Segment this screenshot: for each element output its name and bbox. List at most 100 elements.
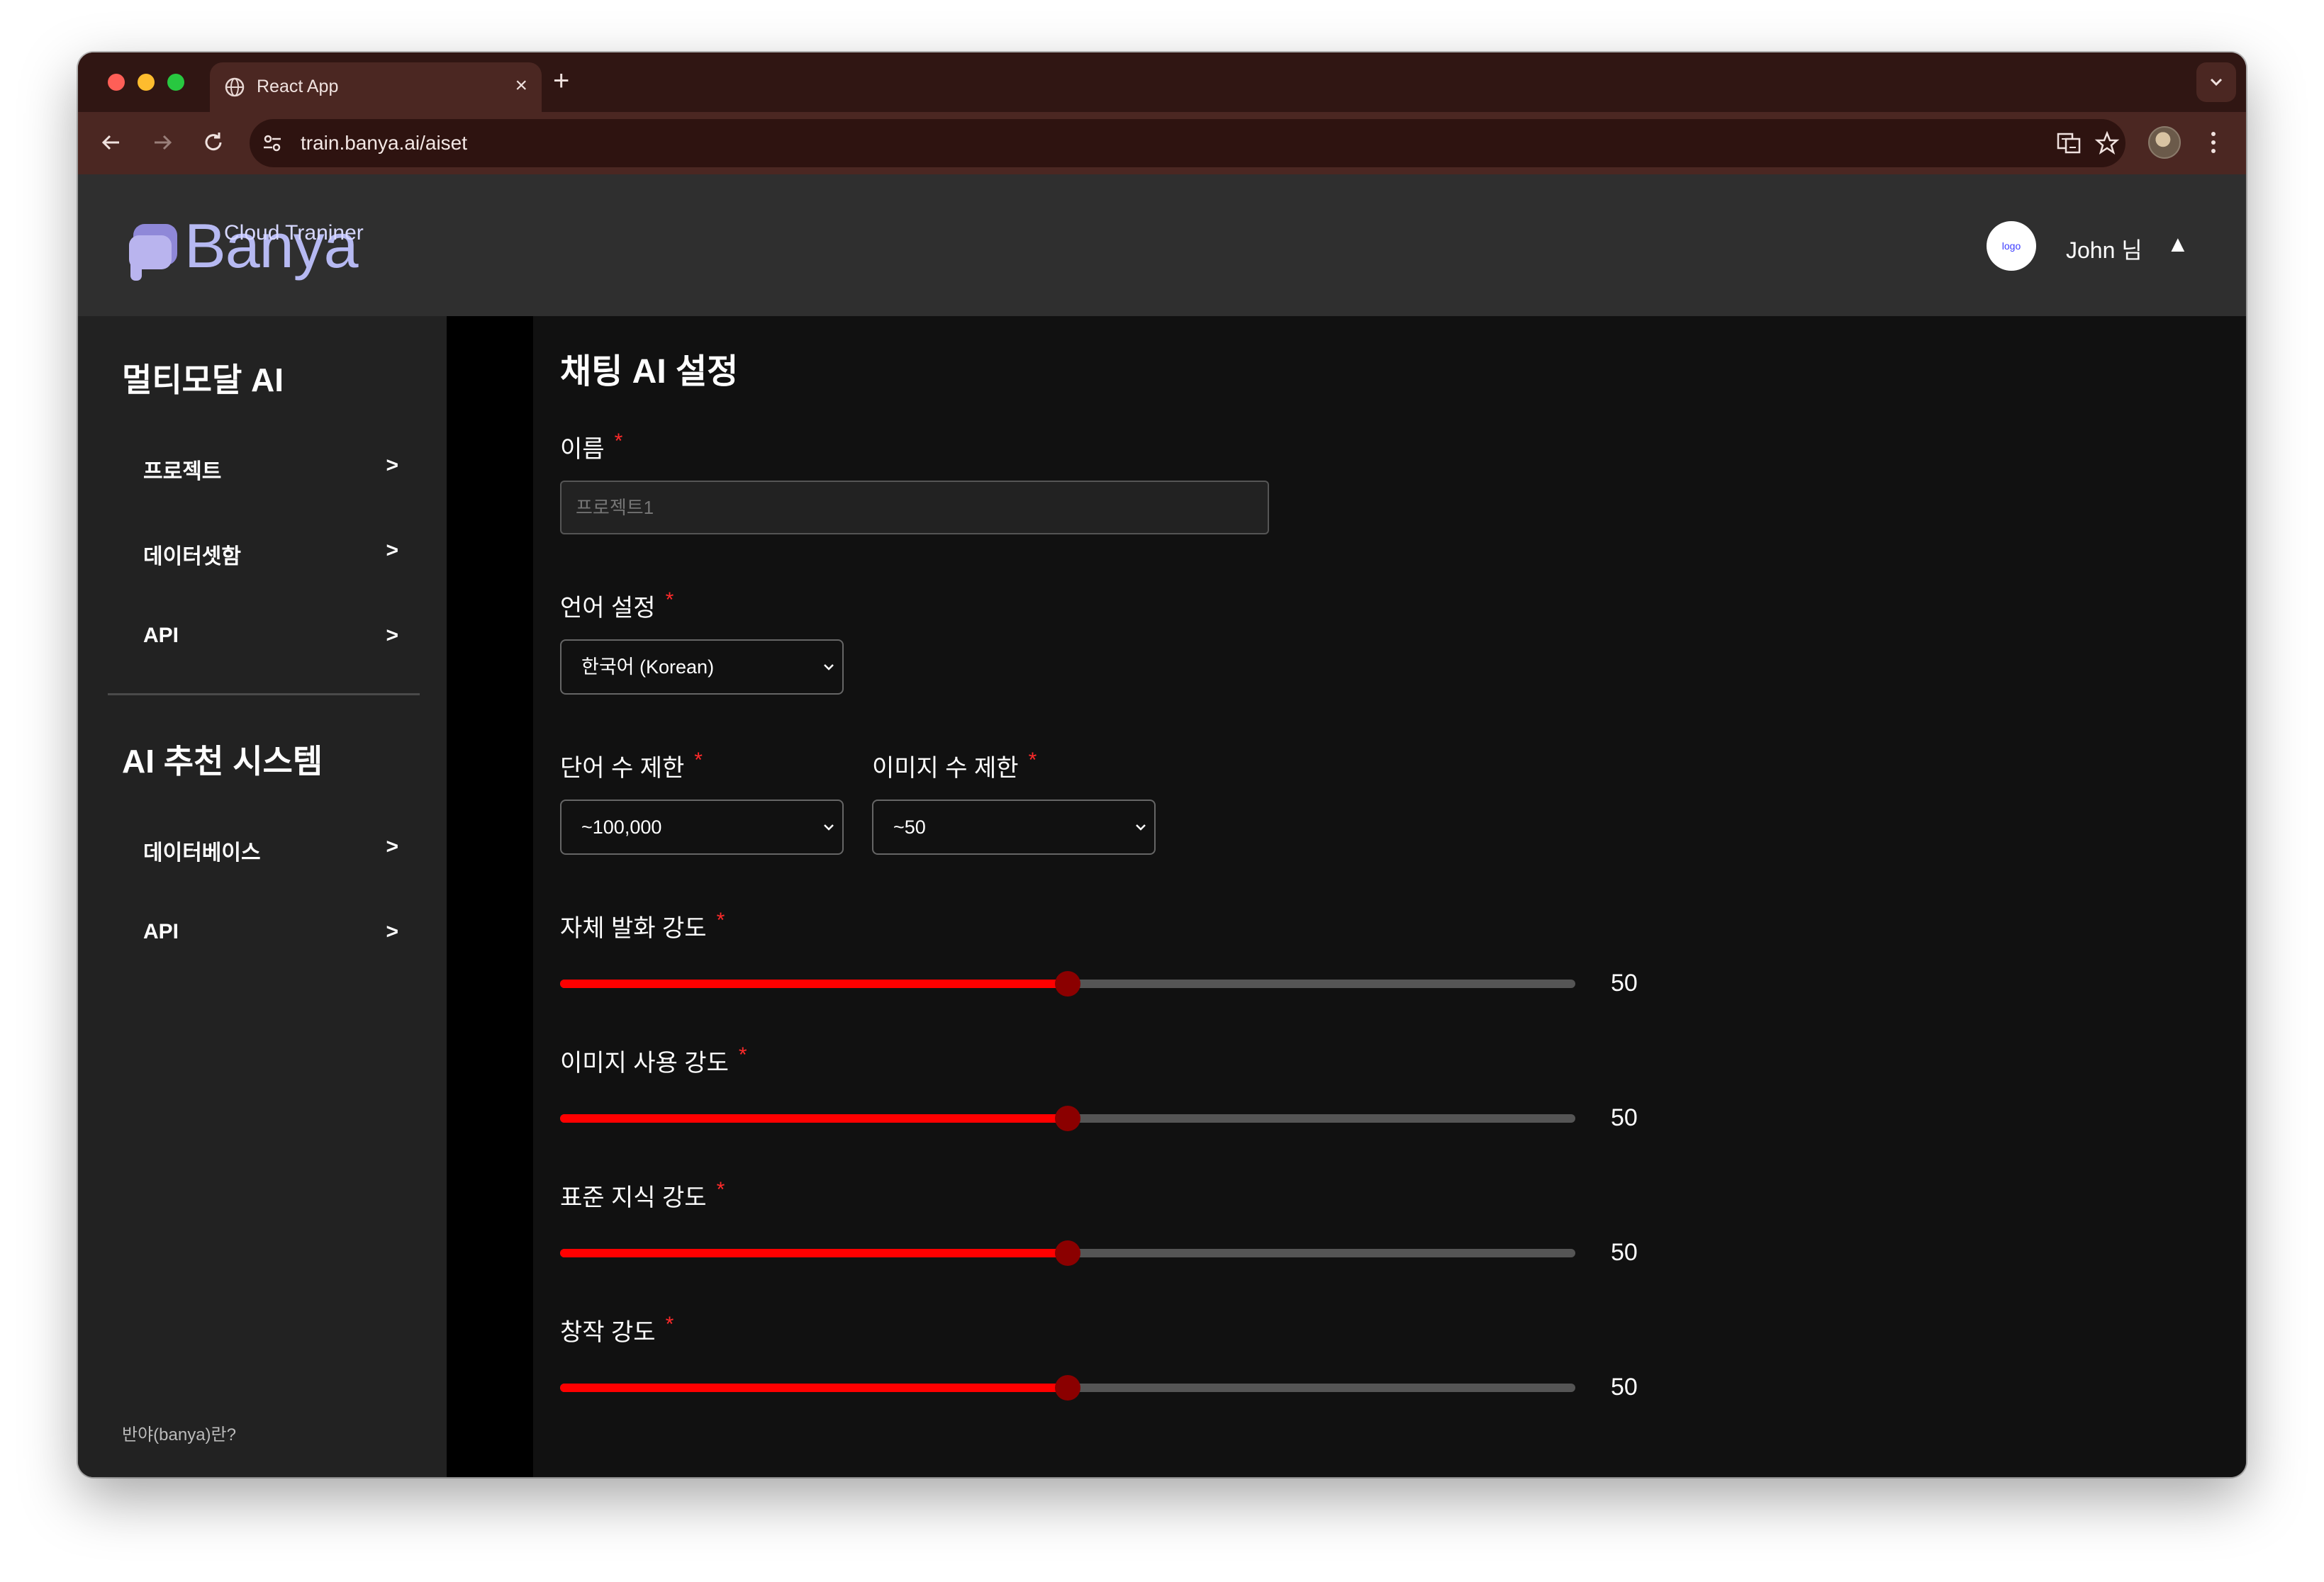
word-limit-label: 단어 수 제한 * (560, 748, 703, 783)
user-avatar[interactable]: logo (1987, 221, 2036, 271)
sidebar: 멀티모달 AI 프로젝트 > 데이터셋함 > API > AI 추천 시스템 데… (78, 316, 447, 1477)
self-utterance-label: 자체 발화 강도 * (560, 909, 725, 943)
field-label-text: 창작 강도 (560, 1319, 656, 1346)
image-usage-label: 이미지 사용 강도 * (560, 1043, 747, 1078)
required-mark: * (738, 1043, 747, 1067)
tab-search-button[interactable] (2196, 62, 2236, 102)
sidebar-item-label: 데이터셋함 (143, 545, 241, 568)
about-banya-link[interactable]: 반야(banya)란? (122, 1420, 236, 1445)
self-utterance-slider[interactable] (560, 970, 1575, 998)
new-tab-button[interactable]: + (553, 67, 569, 95)
language-label: 언어 설정 * (560, 588, 674, 623)
required-mark: * (716, 1178, 725, 1201)
forward-arrow-icon[interactable] (146, 126, 179, 159)
sidebar-section-title: 멀티모달 AI (122, 361, 284, 398)
close-window-button[interactable] (108, 74, 125, 91)
url-text[interactable]: train.banya.ai/aiset (301, 132, 467, 155)
content-gutter (447, 316, 533, 1477)
slider-thumb[interactable] (1055, 971, 1080, 997)
select-value: ~50 (893, 817, 926, 838)
required-mark: * (614, 430, 623, 453)
sidebar-item-label: API (143, 624, 179, 647)
reload-icon[interactable] (197, 126, 230, 159)
image-usage-slider[interactable] (560, 1104, 1575, 1133)
main-content: 채팅 AI 설정 이름 * 언어 설정 * 한국어 (Korean) 단어 수 제한… (533, 316, 2246, 1477)
chevron-right-icon: > (386, 454, 398, 477)
field-label-text: 언어 설정 (560, 595, 656, 622)
field-label-text: 이름 (560, 436, 605, 463)
slider-fill (560, 1384, 1068, 1392)
browser-window: React App × + train.banya.ai/aiset Banya… (78, 52, 2246, 1477)
slider-value: 50 (1611, 970, 1638, 997)
page-title: 채팅 AI 설정 (560, 353, 739, 391)
sidebar-item-project[interactable]: 프로젝트 > (143, 445, 398, 488)
slider-fill (560, 1249, 1068, 1257)
chevron-right-icon: > (386, 920, 398, 943)
field-label-text: 자체 발화 강도 (560, 915, 707, 942)
field-label-text: 이미지 수 제한 (872, 755, 1019, 782)
word-limit-select[interactable]: ~100,000 (560, 800, 844, 855)
sidebar-item-dataset[interactable]: 데이터셋함 > (143, 530, 398, 573)
chevron-down-icon (2210, 78, 2223, 86)
tab-strip: React App × + (78, 52, 2246, 112)
chevron-right-icon: > (386, 835, 398, 858)
slider-thumb[interactable] (1055, 1375, 1080, 1401)
standard-knowledge-slider[interactable] (560, 1239, 1575, 1267)
translate-icon[interactable] (2056, 130, 2082, 156)
maximize-window-button[interactable] (167, 74, 184, 91)
select-value: 한국어 (Korean) (581, 656, 715, 678)
language-select[interactable]: 한국어 (Korean) (560, 639, 844, 695)
minimize-window-button[interactable] (138, 74, 155, 91)
logo-subtitle: Cloud Traniner (224, 221, 364, 245)
address-bar[interactable]: train.banya.ai/aiset (250, 119, 2125, 167)
user-menu-toggle-icon[interactable]: ▲ (2167, 231, 2189, 257)
field-label-text: 단어 수 제한 (560, 755, 685, 782)
name-label: 이름 * (560, 430, 622, 464)
sidebar-item-api[interactable]: API > (143, 615, 398, 658)
sidebar-item-api-2[interactable]: API > (143, 911, 398, 954)
image-limit-label: 이미지 수 제한 * (872, 748, 1037, 783)
slider-thumb[interactable] (1055, 1240, 1080, 1266)
tab-close-icon[interactable]: × (515, 74, 527, 98)
globe-icon (225, 77, 245, 97)
chevron-down-icon (824, 664, 834, 671)
web-page: Banya Cloud Traniner logo John 님 ▲ 멀티모달 … (78, 174, 2246, 1477)
slider-fill (560, 980, 1068, 988)
browser-tab[interactable]: React App × (210, 62, 542, 112)
image-limit-select[interactable]: ~50 (872, 800, 1156, 855)
creativity-slider[interactable] (560, 1374, 1575, 1402)
profile-avatar[interactable] (2148, 126, 2181, 159)
sidebar-divider (108, 693, 420, 695)
required-mark: * (716, 909, 725, 932)
name-input[interactable] (560, 481, 1269, 534)
back-arrow-icon[interactable] (95, 126, 128, 159)
logo-icon[interactable] (128, 220, 187, 285)
user-name[interactable]: John 님 (2066, 232, 2143, 265)
required-mark: * (1028, 748, 1037, 772)
chevron-right-icon: > (386, 539, 398, 562)
sidebar-item-label: 프로젝트 (143, 460, 222, 483)
required-mark: * (665, 588, 674, 612)
slider-thumb[interactable] (1055, 1106, 1080, 1131)
chevron-down-icon (824, 824, 834, 831)
required-mark: * (694, 748, 703, 772)
slider-value: 50 (1611, 1374, 1638, 1401)
creativity-label: 창작 강도 * (560, 1313, 674, 1347)
slider-fill (560, 1114, 1068, 1123)
chevron-right-icon: > (386, 624, 398, 647)
field-label-text: 이미지 사용 강도 (560, 1050, 729, 1077)
app-header: Banya Cloud Traniner logo John 님 ▲ (78, 174, 2246, 316)
sidebar-item-database[interactable]: 데이터베이스 > (143, 826, 398, 869)
slider-value: 50 (1611, 1104, 1638, 1131)
tune-icon[interactable] (261, 132, 284, 155)
star-icon[interactable] (2094, 130, 2120, 156)
sidebar-item-label: 데이터베이스 (143, 841, 261, 865)
browser-toolbar: train.banya.ai/aiset (78, 112, 2246, 174)
kebab-menu-icon[interactable] (2208, 126, 2219, 159)
sidebar-item-label: API (143, 920, 179, 943)
required-mark: * (665, 1313, 674, 1336)
sidebar-section-title: AI 추천 시스템 (122, 743, 323, 780)
field-label-text: 표준 지식 강도 (560, 1184, 707, 1211)
select-value: ~100,000 (581, 817, 662, 838)
slider-value: 50 (1611, 1239, 1638, 1266)
